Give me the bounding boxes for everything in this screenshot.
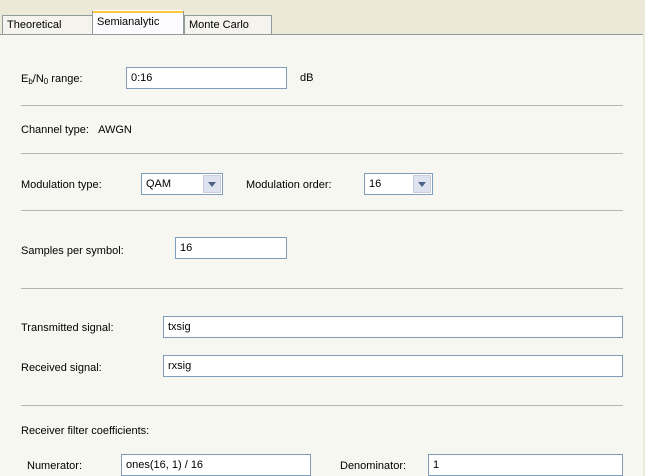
transmitted-signal-label: Transmitted signal:	[21, 322, 114, 334]
chevron-down-icon	[208, 182, 216, 187]
tab-label: Theoretical	[7, 19, 62, 31]
ebno-range-input[interactable]: 0:16	[126, 67, 287, 89]
receiver-filter-title: Receiver filter coefficients:	[21, 425, 150, 437]
numerator-label: Numerator:	[27, 460, 83, 472]
semianalytic-panel: Eb/N0 range: 0:16 dB Channel type: AWGN …	[0, 34, 643, 476]
modulation-type-value: QAM	[146, 178, 172, 190]
received-signal-input[interactable]: rxsig	[163, 355, 623, 377]
modulation-type-label: Modulation type:	[21, 179, 102, 191]
samples-per-symbol-input[interactable]: 16	[175, 237, 287, 259]
received-signal-label: Received signal:	[21, 362, 102, 374]
tab-semianalytic[interactable]: Semianalytic	[92, 10, 184, 34]
modulation-order-value: 16	[369, 178, 382, 190]
numerator-input[interactable]: ones(16, 1) / 16	[121, 454, 311, 476]
divider	[21, 288, 623, 289]
tab-theoretical[interactable]: Theoretical	[2, 15, 94, 34]
modulation-order-select[interactable]: 16	[364, 173, 433, 195]
divider	[21, 210, 623, 211]
divider	[21, 405, 623, 406]
dropdown-button[interactable]	[413, 175, 431, 193]
channel-type-value: AWGN	[98, 124, 132, 136]
tab-label: Monte Carlo	[189, 19, 249, 31]
dropdown-button[interactable]	[203, 175, 221, 193]
samples-per-symbol-label: Samples per symbol:	[21, 245, 124, 257]
tab-strip: Theoretical Semianalytic Monte Carlo	[0, 0, 645, 34]
modulation-order-label: Modulation order:	[246, 179, 332, 191]
ebno-label: Eb/N0 range:	[21, 73, 83, 86]
divider	[21, 105, 623, 106]
denominator-label: Denominator:	[340, 460, 407, 472]
channel-type-label: Channel type: AWGN	[21, 124, 132, 136]
divider	[21, 153, 623, 154]
transmitted-signal-input[interactable]: txsig	[163, 316, 623, 338]
ebno-unit: dB	[300, 72, 314, 84]
chevron-down-icon	[418, 182, 426, 187]
denominator-input[interactable]: 1	[428, 454, 623, 476]
tab-label: Semianalytic	[97, 16, 160, 28]
tab-monte-carlo[interactable]: Monte Carlo	[184, 15, 272, 34]
modulation-type-select[interactable]: QAM	[141, 173, 223, 195]
